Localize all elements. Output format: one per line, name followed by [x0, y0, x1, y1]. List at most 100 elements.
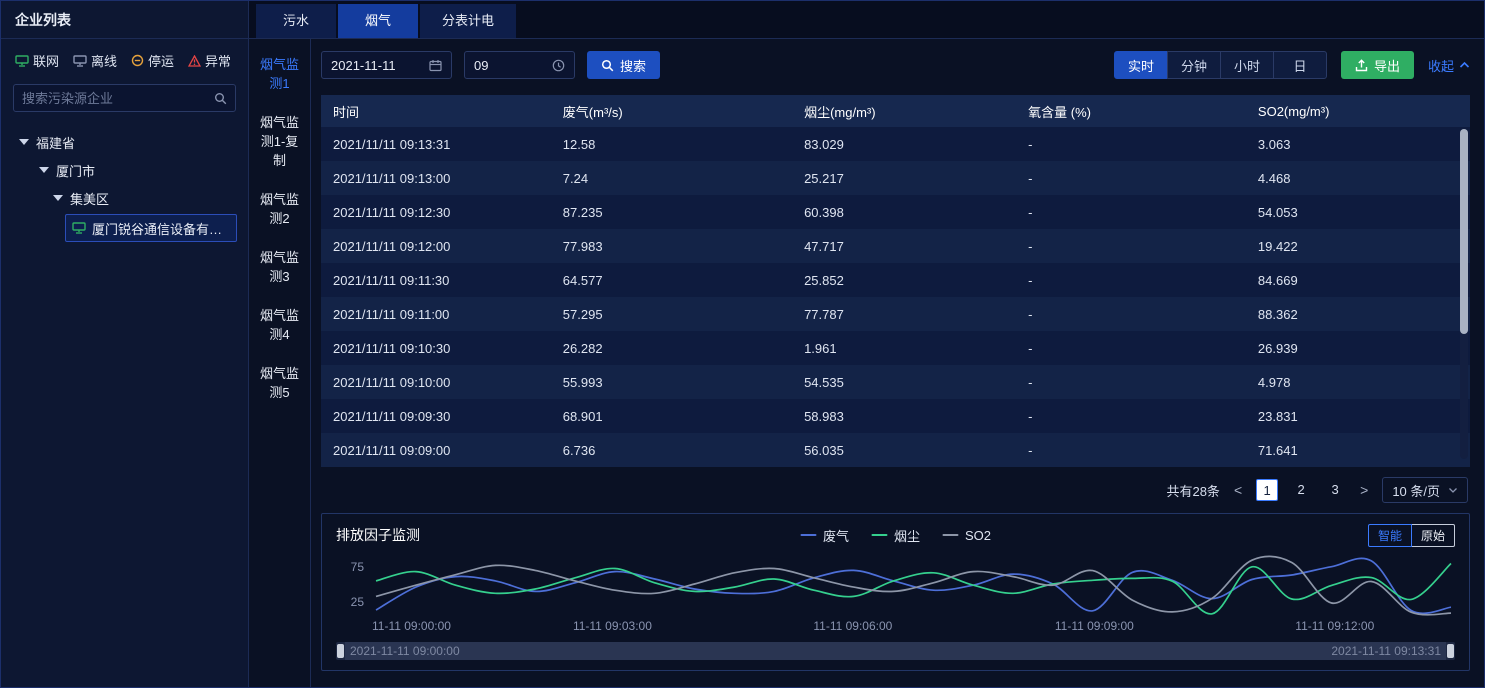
- pagination-total: 共有28条: [1166, 481, 1219, 500]
- time-range-slider[interactable]: 2021-11-11 09:00:00 2021-11-11 09:13:31: [336, 642, 1455, 660]
- chevron-up-icon: [1459, 61, 1470, 69]
- subtab-monitor-5[interactable]: 烟气监测5: [259, 364, 301, 402]
- collapse-toggle[interactable]: 收起: [1428, 56, 1470, 75]
- table-cell: -: [1016, 263, 1246, 297]
- granularity-hour[interactable]: 小时: [1220, 51, 1274, 79]
- query-toolbar: 搜索 实时 分钟 小时 日 导出: [321, 51, 1470, 79]
- export-button[interactable]: 导出: [1341, 51, 1414, 79]
- col-wastegas: 废气(m³/s): [551, 95, 792, 127]
- tab-submeter[interactable]: 分表计电: [420, 4, 516, 38]
- table-header-row: 时间 废气(m³/s) 烟尘(mg/m³) 氧含量 (%) SO2(mg/m³): [321, 95, 1470, 127]
- table-cell: 2021/11/11 09:09:00: [321, 433, 551, 467]
- search-button[interactable]: 搜索: [587, 51, 660, 79]
- table-row[interactable]: 2021/11/11 09:11:3064.57725.852-84.669: [321, 263, 1470, 297]
- table-cell: -: [1016, 127, 1246, 161]
- status-offline-label: 离线: [91, 51, 117, 70]
- table-row[interactable]: 2021/11/11 09:10:0055.99354.535-4.978: [321, 365, 1470, 399]
- subtab-monitor-4[interactable]: 烟气监测4: [259, 306, 301, 344]
- chart-plot[interactable]: [372, 549, 1455, 619]
- table-cell: 3.063: [1246, 127, 1470, 161]
- table-cell: 26.939: [1246, 331, 1470, 365]
- table-cell: 87.235: [551, 195, 792, 229]
- table-row[interactable]: 2021/11/11 09:12:0077.98347.717-19.422: [321, 229, 1470, 263]
- enterprise-search-input[interactable]: [22, 91, 214, 106]
- prev-page-icon[interactable]: <: [1232, 482, 1244, 498]
- table-scrollbar[interactable]: [1460, 129, 1468, 459]
- page-1-button[interactable]: 1: [1256, 479, 1278, 501]
- hour-input[interactable]: [474, 58, 544, 73]
- page-3-button[interactable]: 3: [1324, 479, 1346, 501]
- tree-node-label: 集美区: [70, 189, 109, 208]
- subtab-monitor-3[interactable]: 烟气监测3: [259, 248, 301, 286]
- legend-smoke[interactable]: 烟尘: [871, 526, 920, 545]
- next-page-icon[interactable]: >: [1358, 482, 1370, 498]
- table-row[interactable]: 2021/11/11 09:09:3068.90158.983-23.831: [321, 399, 1470, 433]
- subtab-monitor-1-copy[interactable]: 烟气监测1-复制: [259, 113, 301, 170]
- caret-down-icon[interactable]: [19, 139, 29, 145]
- clock-icon[interactable]: [552, 59, 565, 72]
- warning-icon: [188, 55, 201, 67]
- status-abnormal: 异常: [188, 51, 231, 70]
- legend-wastegas[interactable]: 废气: [800, 526, 849, 545]
- circle-minus-icon: [131, 54, 144, 67]
- table-cell: 77.983: [551, 229, 792, 263]
- table-row[interactable]: 2021/11/11 09:13:3112.5883.029-3.063: [321, 127, 1470, 161]
- enterprise-search: [13, 84, 236, 112]
- table-cell: 88.362: [1246, 297, 1470, 331]
- xtick: 11-11 09:12:00: [1295, 619, 1374, 633]
- table-row[interactable]: 2021/11/11 09:09:006.73656.035-71.641: [321, 433, 1470, 467]
- table-row[interactable]: 2021/11/11 09:13:007.2425.217-4.468: [321, 161, 1470, 195]
- search-icon[interactable]: [214, 92, 227, 105]
- table-cell: 2021/11/11 09:10:30: [321, 331, 551, 365]
- chart-body: 75 25: [336, 549, 1455, 619]
- tab-wastewater[interactable]: 污水: [256, 4, 336, 38]
- emission-chart-panel: 排放因子监测 废气 烟尘: [321, 513, 1470, 671]
- table-cell: 68.901: [551, 399, 792, 433]
- tree-node-city[interactable]: 厦门市: [9, 156, 240, 184]
- calendar-icon[interactable]: [429, 59, 442, 72]
- mode-smart-button[interactable]: 智能: [1368, 524, 1412, 547]
- legend-label: 烟尘: [894, 526, 920, 545]
- table-cell: -: [1016, 365, 1246, 399]
- table-cell: 2021/11/11 09:13:31: [321, 127, 551, 161]
- table-row[interactable]: 2021/11/11 09:11:0057.29577.787-88.362: [321, 297, 1470, 331]
- granularity-day[interactable]: 日: [1273, 51, 1327, 79]
- table-cell: 4.468: [1246, 161, 1470, 195]
- table-cell: 1.961: [792, 331, 1016, 365]
- export-icon: [1355, 59, 1368, 72]
- slider-handle-right[interactable]: [1447, 644, 1454, 658]
- chart-yaxis: 75 25: [336, 549, 372, 619]
- table-scrollbar-thumb[interactable]: [1460, 129, 1468, 334]
- tree-node-province[interactable]: 福建省: [9, 128, 240, 156]
- subtab-monitor-1[interactable]: 烟气监测1: [259, 55, 301, 93]
- subtab-monitor-2[interactable]: 烟气监测2: [259, 190, 301, 228]
- caret-down-icon[interactable]: [39, 167, 49, 173]
- table-cell: 2021/11/11 09:11:30: [321, 263, 551, 297]
- slider-selected-range[interactable]: [345, 642, 1446, 660]
- mode-raw-button[interactable]: 原始: [1412, 524, 1455, 547]
- caret-down-icon[interactable]: [53, 195, 63, 201]
- table-cell: 54.053: [1246, 195, 1470, 229]
- table-row[interactable]: 2021/11/11 09:10:3026.2821.961-26.939: [321, 331, 1470, 365]
- page-size-select[interactable]: 10 条/页: [1382, 477, 1468, 503]
- enterprise-tree: 福建省 厦门市 集美区 厦门锐谷通信设备有限...: [1, 122, 248, 248]
- slider-handle-left[interactable]: [337, 644, 344, 658]
- legend-so2[interactable]: SO2: [942, 528, 991, 543]
- date-input[interactable]: [331, 58, 421, 73]
- legend-line-swatch: [800, 534, 816, 536]
- table-cell: 84.669: [1246, 263, 1470, 297]
- status-legend: 联网 离线 停运 异常: [1, 39, 248, 80]
- table-body: 2021/11/11 09:13:3112.5883.029-3.0632021…: [321, 127, 1470, 467]
- table-row[interactable]: 2021/11/11 09:12:3087.23560.398-54.053: [321, 195, 1470, 229]
- page-2-button[interactable]: 2: [1290, 479, 1312, 501]
- status-offline: 离线: [73, 51, 117, 70]
- tree-node-district[interactable]: 集美区: [9, 184, 240, 212]
- status-online-label: 联网: [33, 51, 59, 70]
- granularity-minute[interactable]: 分钟: [1167, 51, 1221, 79]
- table-cell: 26.282: [551, 331, 792, 365]
- tree-node-company-selected[interactable]: 厦门锐谷通信设备有限...: [65, 214, 237, 242]
- search-button-label: 搜索: [620, 56, 646, 75]
- granularity-realtime[interactable]: 实时: [1114, 51, 1168, 79]
- category-tabs: 污水 烟气 分表计电: [249, 1, 1484, 39]
- tab-fluegas[interactable]: 烟气: [338, 4, 418, 38]
